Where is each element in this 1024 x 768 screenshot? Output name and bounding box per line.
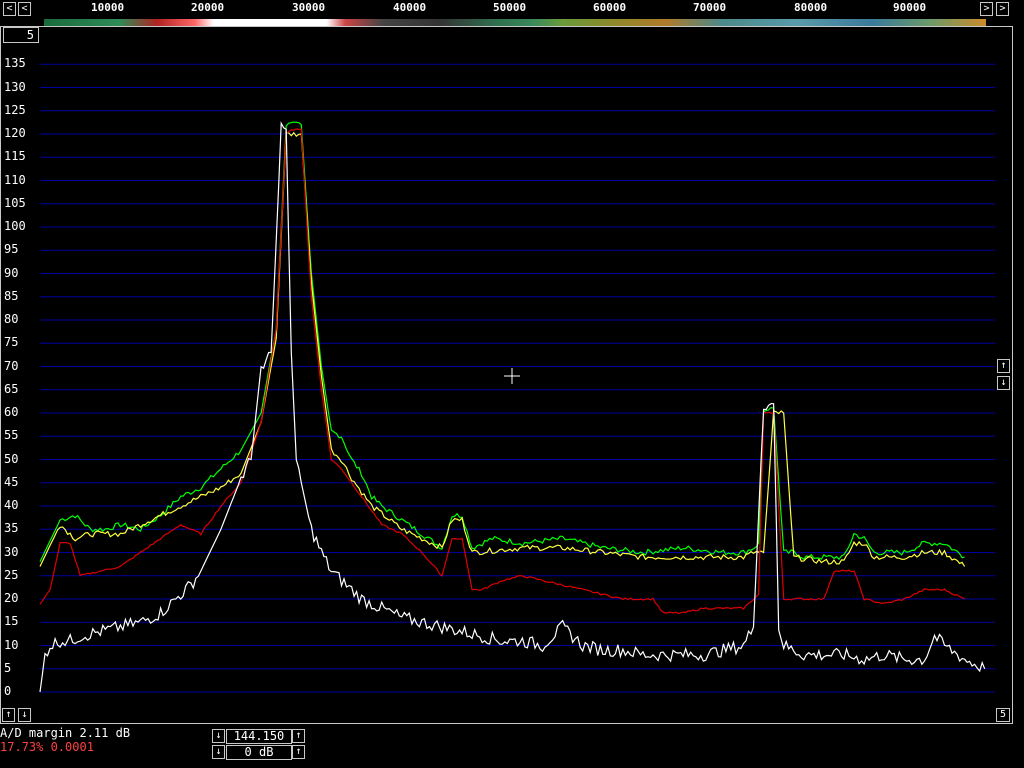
gain-value[interactable]: 0 dB	[226, 745, 292, 760]
frequency-value[interactable]: 144.150	[226, 729, 292, 744]
bottom-down-button[interactable]: ↓	[18, 708, 31, 722]
spectrum-graph[interactable]	[0, 0, 1024, 768]
gain-up-button[interactable]: ↑	[292, 745, 305, 759]
freq-down-button[interactable]: ↓	[212, 729, 225, 743]
scale-down-button[interactable]: ↓	[997, 376, 1010, 390]
crosshair-cursor	[504, 368, 520, 384]
spectrum-line-yellow	[39, 131, 966, 567]
freq-up-button[interactable]: ↑	[292, 729, 305, 743]
spectrum-line-green	[39, 121, 965, 563]
grid-lines	[40, 63, 995, 693]
load-text: 17.73% 0.0001	[0, 740, 94, 754]
spectrum-curves	[39, 121, 986, 693]
gain-down-button[interactable]: ↓	[212, 745, 225, 759]
ad-margin-text: A/D margin 2.11 dB	[0, 726, 131, 740]
frequency-box: ↓ 144.150 ↑ ↓ 0 dB ↑	[212, 729, 306, 762]
bottom-up-button[interactable]: ↑	[2, 708, 15, 722]
scale-up-button[interactable]: ↑	[997, 359, 1010, 373]
spectrum-line-white	[39, 121, 986, 693]
bottom-right-label[interactable]: 5	[996, 708, 1010, 722]
